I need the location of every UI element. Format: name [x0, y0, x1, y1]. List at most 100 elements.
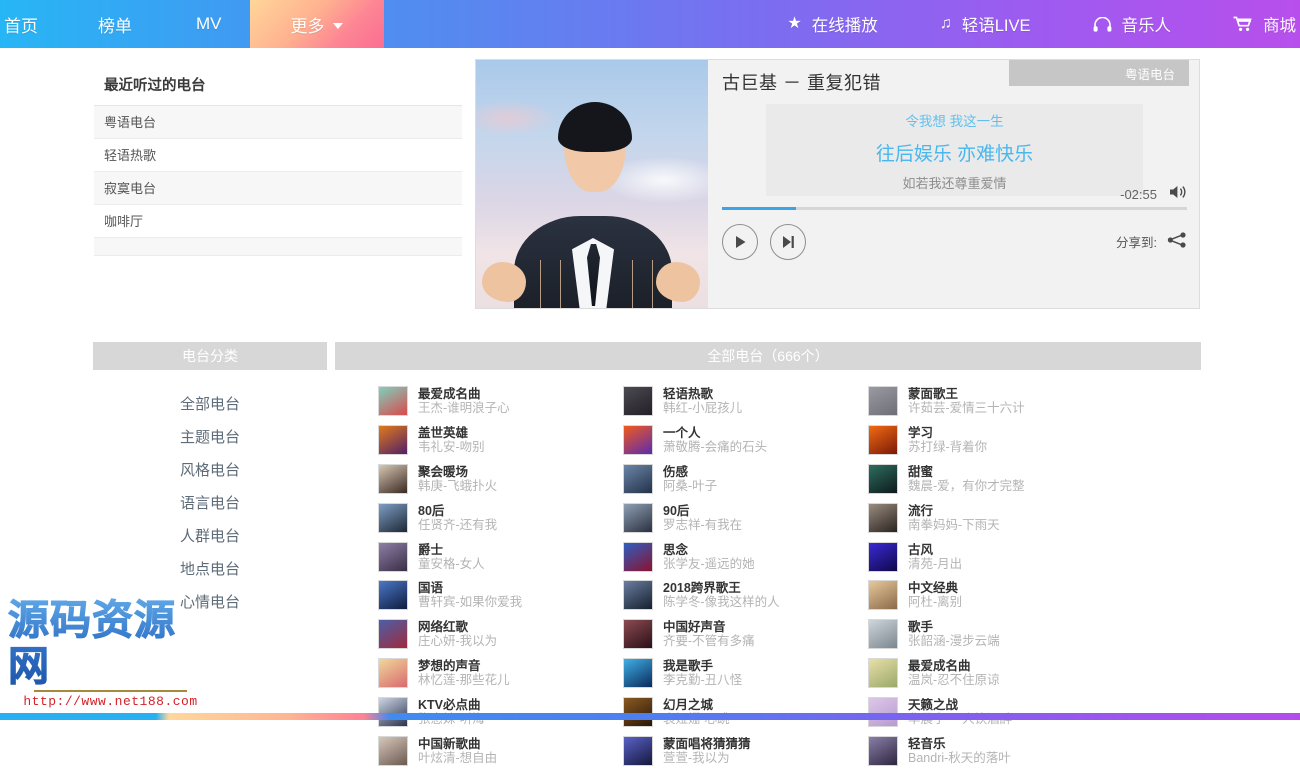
station-thumbnail [378, 386, 408, 417]
category-section-header: 电台分类 [93, 342, 327, 370]
recent-station-item[interactable]: 咖啡厅 [94, 205, 462, 238]
station-thumbnail [868, 735, 898, 766]
station-item[interactable]: 蒙面歌王 许茹芸-爱情三十六计 [825, 382, 1070, 421]
station-item[interactable]: 伤感 阿桑-叶子 [580, 460, 825, 499]
nav-item-mv[interactable]: MV [182, 0, 250, 48]
station-item[interactable]: 最爱成名曲 温岚-忍不住原谅 [825, 654, 1070, 693]
radio-player: 古巨基 － 重复犯错 粤语电台 令我想 我这一生 往后娱乐 亦难快乐 如若我还尊… [475, 59, 1200, 309]
category-item-style[interactable]: 风格电台 [93, 454, 327, 487]
station-subtitle: 林忆莲-那些花儿 [418, 672, 510, 687]
station-subtitle: 庄心妍-我以为 [418, 634, 498, 649]
station-text: 轻语热歌 韩红-小屁孩儿 [663, 387, 742, 415]
category-item-language[interactable]: 语言电台 [93, 487, 327, 520]
station-thumbnail [868, 580, 898, 611]
player-time-row: -02:55 [1120, 184, 1189, 205]
time-remaining: -02:55 [1120, 187, 1157, 202]
station-name: 天籁之战 [908, 697, 959, 712]
play-button[interactable] [722, 224, 758, 260]
station-item[interactable]: 思念 张学友-遥远的她 [580, 537, 825, 576]
station-subtitle: 张韶涵-漫步云端 [908, 634, 1000, 649]
nav-item-shop[interactable]: 商城 [1233, 0, 1296, 48]
player-cover-art [476, 60, 708, 308]
category-item-crowd[interactable]: 人群电台 [93, 520, 327, 553]
current-station-tab[interactable]: 粤语电台 [1009, 60, 1189, 86]
recent-station-item[interactable]: 寂寞电台 [94, 172, 462, 205]
station-item[interactable]: 90后 罗志祥-有我在 [580, 498, 825, 537]
station-name: 古风 [908, 542, 934, 557]
station-name: 盖世英雄 [418, 426, 469, 441]
next-track-button[interactable] [770, 224, 806, 260]
station-thumbnail [623, 541, 653, 572]
station-item[interactable]: 网络红歌 庄心妍-我以为 [335, 615, 580, 654]
station-text: 盖世英雄 韦礼安-吻别 [418, 426, 485, 454]
star-icon: ★ [787, 15, 802, 32]
station-item[interactable]: 轻音乐 Bandri-秋天的落叶 [825, 731, 1070, 770]
playback-progress-bar[interactable] [722, 207, 1187, 210]
station-grid: 最爱成名曲 王杰-谁明浪子心 轻语热歌 韩红-小屁孩儿 蒙面歌王 许茹芸-爱情三十六计盖世… [335, 382, 1201, 770]
volume-icon[interactable] [1169, 184, 1189, 205]
station-item[interactable]: 天籁之战华晨宇-一人饮酒醉 [825, 692, 1070, 731]
station-subtitle: 罗志祥-有我在 [663, 517, 743, 532]
station-item[interactable]: KTV必点曲张惠妹-听海 [335, 692, 580, 731]
category-item-place[interactable]: 地点电台 [93, 553, 327, 586]
station-text: 中文经典 阿杜-离别 [908, 581, 962, 609]
station-item[interactable]: 一个人 萧敬腾-会痛的石头 [580, 421, 825, 460]
nav-item-rank[interactable]: 榜单 [84, 0, 182, 48]
station-item[interactable]: 中文经典 阿杜-离别 [825, 576, 1070, 615]
station-item[interactable]: 轻语热歌 韩红-小屁孩儿 [580, 382, 825, 421]
station-item[interactable]: 80后 任贤齐-还有我 [335, 498, 580, 537]
station-item[interactable]: 中国好声音 齐要-不管有多痛 [580, 615, 825, 654]
player-info-area: 古巨基 － 重复犯错 粤语电台 令我想 我这一生 往后娱乐 亦难快乐 如若我还尊… [708, 60, 1199, 308]
station-name: 网络红歌 [418, 620, 469, 635]
station-item[interactable]: 聚会暖场 韩庚-飞蛾扑火 [335, 460, 580, 499]
station-item[interactable]: 国语 曹轩宾-如果你爱我 [335, 576, 580, 615]
station-thumbnail [378, 619, 408, 650]
station-subtitle: 齐要-不管有多痛 [663, 634, 755, 649]
station-thumbnail [623, 735, 653, 766]
share-label: 分享到: [1116, 236, 1157, 250]
recent-station-item[interactable]: 粤语电台 [94, 106, 462, 139]
station-item[interactable]: 歌手 张韶涵-漫步云端 [825, 615, 1070, 654]
nav-item-live[interactable]: ♫ 轻语LIVE [940, 0, 1031, 48]
category-item-all[interactable]: 全部电台 [93, 388, 327, 421]
station-thumbnail [868, 541, 898, 572]
station-item[interactable]: 古风 清苑-月出 [825, 537, 1070, 576]
station-subtitle: 清苑-月出 [908, 556, 963, 571]
station-item[interactable]: 爵士 童安格-女人 [335, 537, 580, 576]
station-item[interactable]: 中国新歌曲 叶炫清-想自由 [335, 731, 580, 770]
station-subtitle: 任贤齐-还有我 [418, 517, 498, 532]
station-subtitle: 萱萱-我以为 [663, 750, 730, 765]
nav-item-more[interactable]: 更多 [249, 0, 384, 48]
station-item[interactable]: 甜蜜 魏晨-爱，有你才完整 [825, 460, 1070, 499]
station-subtitle: 阿桑-叶子 [663, 478, 718, 493]
station-text: 90后 罗志祥-有我在 [663, 504, 742, 532]
station-item[interactable]: 学习 苏打绿-背着你 [825, 421, 1070, 460]
lyric-previous: 令我想 我这一生 [905, 114, 1004, 129]
station-item[interactable]: 流行 南拳妈妈-下雨天 [825, 498, 1070, 537]
nav-item-home[interactable]: 首页 [0, 0, 84, 48]
station-thumbnail [623, 502, 653, 533]
category-item-theme[interactable]: 主题电台 [93, 421, 327, 454]
station-item[interactable]: 梦想的声音 林忆莲-那些花儿 [335, 654, 580, 693]
recent-station-item[interactable]: 轻语热歌 [94, 139, 462, 172]
station-text: 聚会暖场 韩庚-飞蛾扑火 [418, 465, 497, 493]
nav-item-online-play[interactable]: ★ 在线播放 [787, 0, 877, 48]
station-name: 学习 [908, 426, 934, 441]
share-area[interactable]: 分享到: [1116, 232, 1187, 251]
station-item[interactable]: 我是歌手 李克勤-丑八怪 [580, 654, 825, 693]
station-item[interactable]: 幻月之城袁娅姗-心跳 [580, 692, 825, 731]
station-text: 80后 任贤齐-还有我 [418, 504, 497, 532]
headphones-icon [1093, 16, 1112, 32]
station-item[interactable]: 蒙面唱将猜猜猜 萱萱-我以为 [580, 731, 825, 770]
watermark-divider [34, 690, 187, 692]
station-text: KTV必点曲张惠妹-听海 [418, 698, 485, 726]
nav-item-musician[interactable]: 音乐人 [1093, 0, 1171, 48]
station-subtitle: 魏晨-爱，有你才完整 [908, 478, 1025, 493]
station-item[interactable]: 最爱成名曲 王杰-谁明浪子心 [335, 382, 580, 421]
share-icon[interactable] [1167, 232, 1187, 251]
station-item[interactable]: 2018跨界歌王 陈学冬-像我这样的人 [580, 576, 825, 615]
station-name: 蒙面唱将猜猜猜 [663, 736, 751, 751]
nav-item-mv-label: MV [196, 14, 222, 33]
cover-string [652, 260, 653, 308]
station-item[interactable]: 盖世英雄 韦礼安-吻别 [335, 421, 580, 460]
